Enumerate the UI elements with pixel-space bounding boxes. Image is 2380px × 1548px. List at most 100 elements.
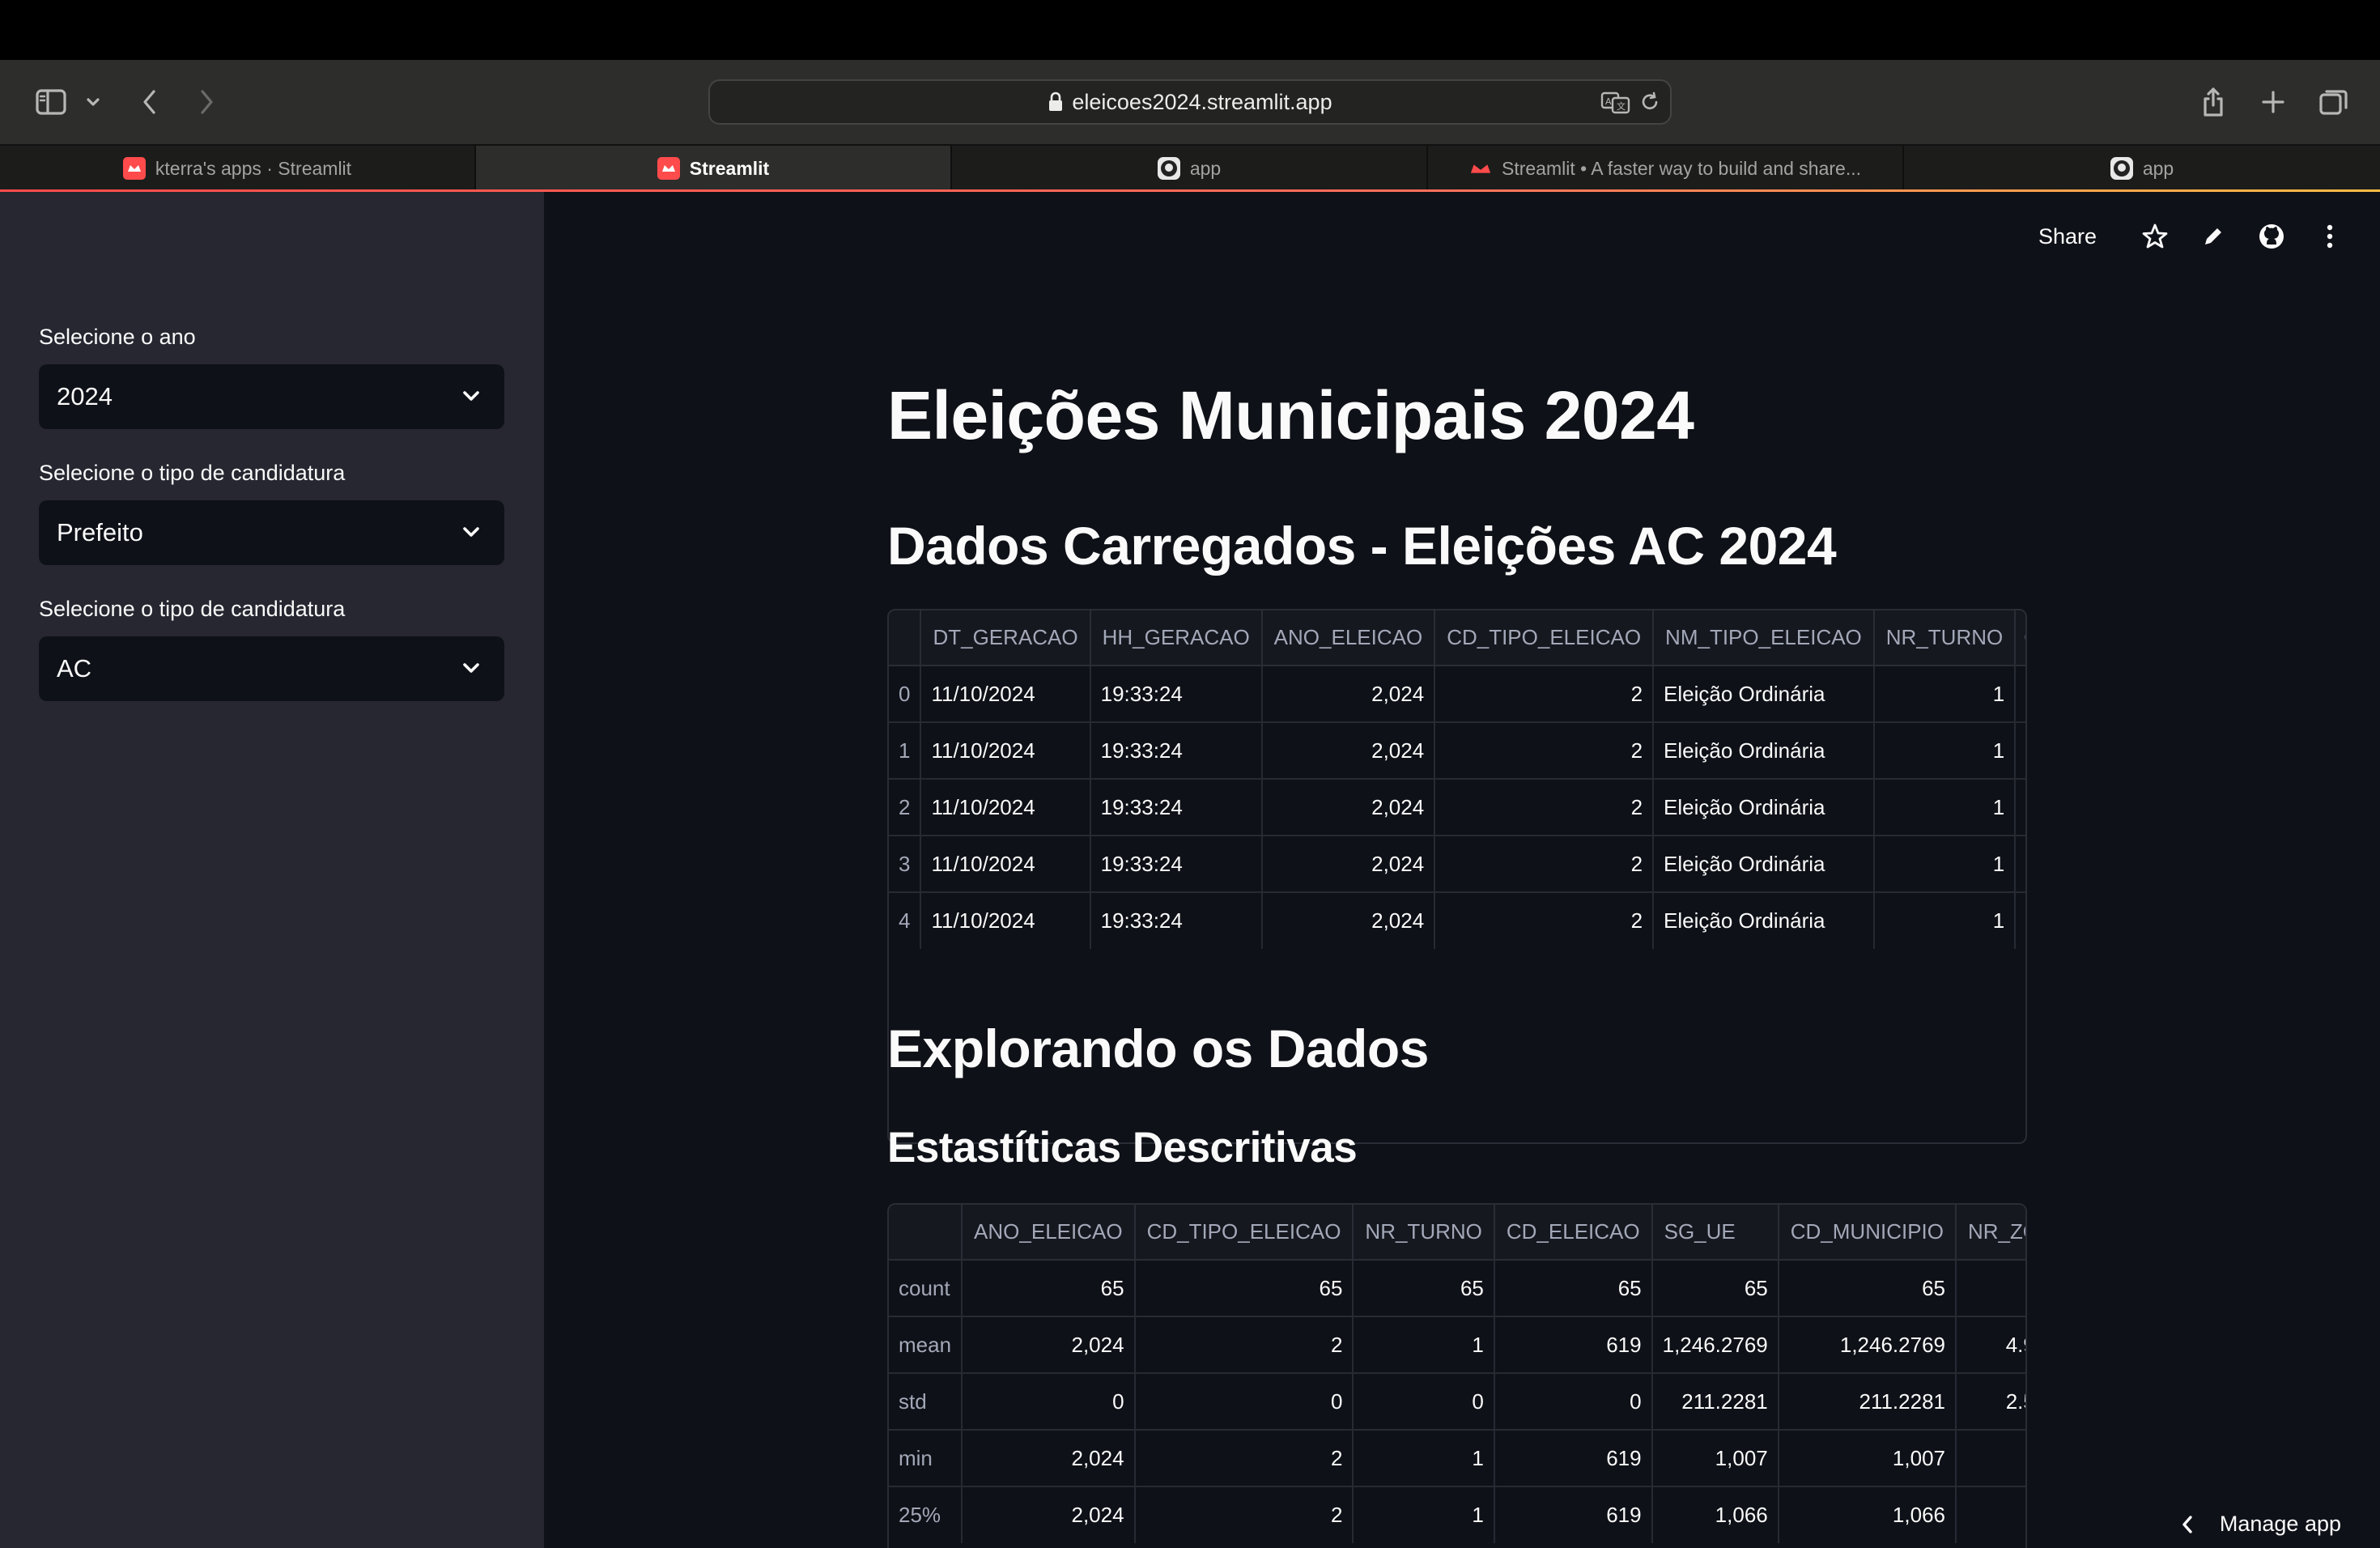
stats-table[interactable]: ANO_ELEICAO CD_TIPO_ELEICAO NR_TURNO CD_… — [887, 1203, 2027, 1548]
column-header[interactable]: SG_UE — [1651, 1205, 1779, 1261]
table-cell[interactable] — [2015, 836, 2025, 893]
table-cell[interactable]: 1 — [1873, 722, 2017, 780]
table-cell[interactable]: 1,066 — [1651, 1486, 1779, 1543]
table-cell[interactable] — [2015, 722, 2025, 780]
table-cell[interactable]: 211.2281 — [1651, 1373, 1779, 1431]
column-header[interactable]: CD_TIPO_ELEICAO — [1434, 610, 1655, 666]
table-cell[interactable]: 11/10/2024 — [920, 666, 1091, 723]
candidacy-select[interactable]: Prefeito — [39, 500, 504, 565]
tab-streamlit[interactable]: Streamlit — [476, 146, 952, 191]
edit-icon[interactable] — [2184, 224, 2242, 249]
table-cell[interactable]: 211.2281 — [1778, 1373, 1957, 1431]
tab-app[interactable]: app — [952, 146, 1428, 191]
table-cell[interactable]: 2 — [1134, 1316, 1354, 1374]
tab-overview-icon[interactable] — [2317, 79, 2351, 125]
column-header[interactable]: CD_MUNICIPIO — [1778, 1205, 1957, 1261]
table-cell[interactable]: 1,246.2769 — [1651, 1316, 1779, 1374]
table-cell[interactable]: 2 — [1434, 666, 1655, 723]
table-cell[interactable]: 2,024 — [1261, 892, 1436, 949]
table-cell[interactable]: 2 — [1434, 722, 1655, 780]
table-cell[interactable]: 0 — [1353, 1373, 1495, 1431]
column-header[interactable]: CD_ELEICAO — [1494, 1205, 1653, 1261]
table-cell[interactable]: 65 — [1494, 1260, 1653, 1317]
table-cell[interactable]: 1 — [1956, 1430, 2025, 1487]
table-cell[interactable]: 1 — [1353, 1430, 1495, 1487]
table-cell[interactable]: 619 — [1494, 1316, 1653, 1374]
column-header[interactable]: NM_TIPO_ELEICAO — [1653, 610, 1875, 666]
table-cell[interactable]: 3 — [1956, 1486, 2025, 1543]
table-cell[interactable]: 11/10/2024 — [920, 779, 1091, 836]
column-header[interactable]: CD — [2015, 610, 2025, 666]
share-icon[interactable] — [2197, 79, 2229, 125]
new-tab-icon[interactable] — [2257, 79, 2289, 125]
table-cell[interactable]: 2 — [1134, 1430, 1354, 1487]
tab-app-2[interactable]: app — [1904, 146, 2380, 191]
column-header[interactable]: HH_GERACAO — [1090, 610, 1263, 666]
table-cell[interactable]: 2,024 — [962, 1430, 1136, 1487]
star-icon[interactable] — [2126, 223, 2184, 250]
column-header[interactable]: ANO_ELEICAO — [1261, 610, 1436, 666]
table-cell[interactable]: 65 — [1134, 1260, 1354, 1317]
translate-icon[interactable]: A文 — [1600, 91, 1631, 115]
table-cell[interactable]: 65 — [1651, 1260, 1779, 1317]
table-cell[interactable]: Eleição Ordinária — [1653, 722, 1875, 780]
back-icon[interactable] — [134, 79, 166, 125]
table-cell[interactable]: 19:33:24 — [1090, 722, 1263, 780]
table-cell[interactable]: 619 — [1494, 1486, 1653, 1543]
table-cell[interactable]: 1 — [1353, 1486, 1495, 1543]
address-bar[interactable]: eleicoes2024.streamlit.app A文 — [708, 79, 1672, 125]
table-cell[interactable]: 2 — [1434, 836, 1655, 893]
sidebar-toggle-icon[interactable] — [31, 79, 71, 125]
table-cell[interactable]: 2.5973 — [1956, 1373, 2025, 1431]
state-select[interactable]: AC — [39, 636, 504, 701]
table-cell[interactable]: 4.9385 — [1956, 1316, 2025, 1374]
table-cell[interactable]: 1,066 — [1778, 1486, 1957, 1543]
table-cell[interactable]: 619 — [1494, 1430, 1653, 1487]
table-cell[interactable]: 1,007 — [1778, 1430, 1957, 1487]
table-cell[interactable]: Eleição Ordinária — [1653, 779, 1875, 836]
table-cell[interactable] — [2015, 779, 2025, 836]
table-cell[interactable]: 2,024 — [962, 1486, 1136, 1543]
table-cell[interactable]: 0 — [962, 1373, 1136, 1431]
table-cell[interactable]: 65 — [1956, 1260, 2025, 1317]
table-cell[interactable]: 19:33:24 — [1090, 779, 1263, 836]
table-cell[interactable]: 1 — [1353, 1316, 1495, 1374]
table-cell[interactable]: 19:33:24 — [1090, 666, 1263, 723]
table-cell[interactable]: 2 — [1134, 1486, 1354, 1543]
table-cell[interactable]: 1,246.2769 — [1778, 1316, 1957, 1374]
table-cell[interactable]: Eleição Ordinária — [1653, 836, 1875, 893]
table-cell[interactable]: 2 — [1434, 779, 1655, 836]
table-cell[interactable]: 11/10/2024 — [920, 836, 1091, 893]
table-cell[interactable]: Eleição Ordinária — [1653, 892, 1875, 949]
more-icon[interactable] — [2301, 223, 2359, 249]
table-cell[interactable]: 0 — [1134, 1373, 1354, 1431]
table-cell[interactable]: 19:33:24 — [1090, 892, 1263, 949]
column-header[interactable]: NR_ZONA — [1956, 1205, 2025, 1261]
column-header[interactable]: CD_TIPO_ELEICAO — [1134, 1205, 1354, 1261]
table-cell[interactable]: 2 — [1434, 892, 1655, 949]
table-cell[interactable]: 2,024 — [962, 1316, 1136, 1374]
table-cell[interactable]: 1 — [1873, 892, 2017, 949]
table-cell[interactable]: 65 — [1353, 1260, 1495, 1317]
chevron-down-icon[interactable] — [81, 79, 105, 125]
column-header[interactable]: NR_TURNO — [1353, 1205, 1495, 1261]
table-cell[interactable]: 0 — [1494, 1373, 1653, 1431]
forward-icon[interactable] — [190, 79, 223, 125]
column-header[interactable]: NR_TURNO — [1873, 610, 2017, 666]
table-cell[interactable]: 19:33:24 — [1090, 836, 1263, 893]
share-button[interactable]: Share — [2038, 224, 2097, 249]
table-cell[interactable] — [2015, 666, 2025, 723]
manage-app-button[interactable]: Manage app — [2179, 1512, 2341, 1537]
table-cell[interactable]: 65 — [962, 1260, 1136, 1317]
table-cell[interactable]: 2,024 — [1261, 722, 1436, 780]
table-cell[interactable] — [2015, 892, 2025, 949]
table-cell[interactable]: 2,024 — [1261, 666, 1436, 723]
reload-icon[interactable] — [1639, 91, 1660, 115]
table-cell[interactable]: 1 — [1873, 779, 2017, 836]
table-cell[interactable]: Eleição Ordinária — [1653, 666, 1875, 723]
table-cell[interactable]: 65 — [1778, 1260, 1957, 1317]
table-cell[interactable]: 2,024 — [1261, 779, 1436, 836]
table-cell[interactable]: 1 — [1873, 836, 2017, 893]
table-cell[interactable]: 11/10/2024 — [920, 892, 1091, 949]
column-header[interactable]: DT_GERACAO — [920, 610, 1091, 666]
